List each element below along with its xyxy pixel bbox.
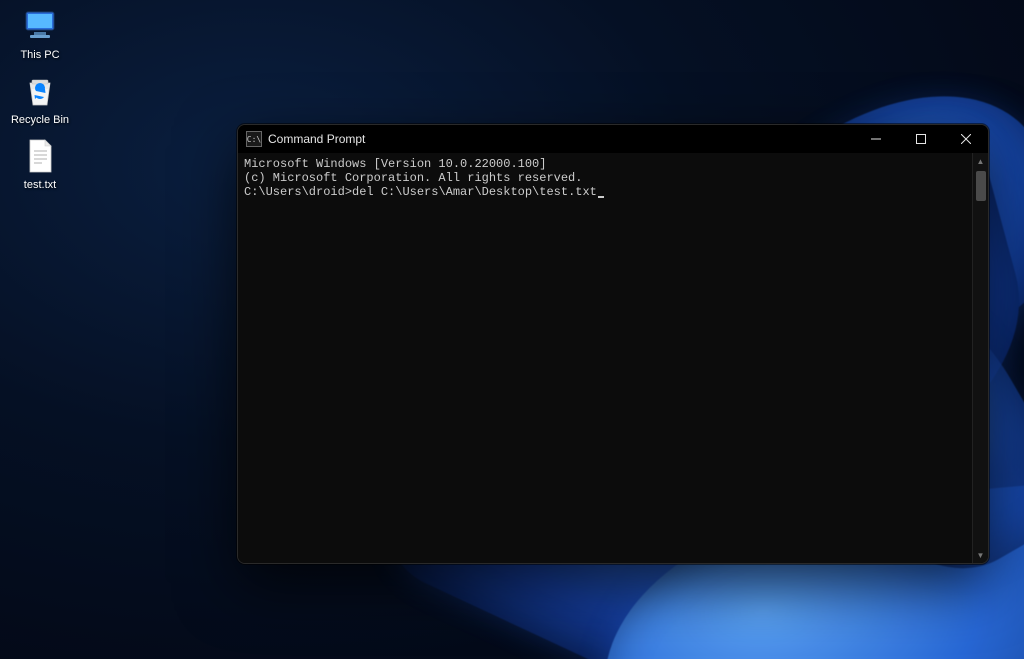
cmd-icon: C:\ — [246, 131, 262, 147]
this-pc-label: This PC — [20, 49, 59, 61]
recycle-bin-label: Recycle Bin — [11, 114, 69, 126]
desktop-icon-testtxt[interactable]: test.txt — [4, 134, 76, 193]
maximize-icon — [916, 134, 926, 144]
titlebar[interactable]: C:\ Command Prompt — [238, 125, 988, 153]
command-prompt-window: C:\ Command Prompt Microsoft Windows [Ve… — [237, 124, 989, 564]
terminal-line: (c) Microsoft Corporation. All rights re… — [244, 171, 966, 185]
desktop-icon-recycle-bin[interactable]: Recycle Bin — [4, 69, 76, 128]
scroll-up-arrow-icon[interactable]: ▲ — [973, 153, 988, 169]
minimize-button[interactable] — [853, 125, 898, 153]
minimize-icon — [871, 134, 881, 144]
maximize-button[interactable] — [898, 125, 943, 153]
terminal-prompt-line: C:\Users\droid>del C:\Users\Amar\Desktop… — [244, 185, 966, 199]
window-controls — [853, 125, 988, 153]
terminal-output[interactable]: Microsoft Windows [Version 10.0.22000.10… — [238, 153, 972, 563]
titlebar-left: C:\ Command Prompt — [246, 131, 365, 147]
this-pc-icon — [20, 6, 60, 46]
terminal-prompt: C:\Users\droid> — [244, 185, 352, 199]
recycle-bin-icon — [20, 71, 60, 111]
window-title: Command Prompt — [268, 132, 365, 146]
close-button[interactable] — [943, 125, 988, 153]
terminal-command: del C:\Users\Amar\Desktop\test.txt — [352, 185, 597, 199]
close-icon — [961, 134, 971, 144]
scroll-down-arrow-icon[interactable]: ▼ — [973, 547, 988, 563]
text-file-icon — [20, 136, 60, 176]
scrollbar[interactable]: ▲ ▼ — [972, 153, 988, 563]
cursor-icon — [598, 196, 604, 198]
terminal-line: Microsoft Windows [Version 10.0.22000.10… — [244, 157, 966, 171]
scroll-thumb[interactable] — [976, 171, 986, 201]
desktop-icons-area: This PC Recycle Bin — [4, 4, 76, 193]
desktop-icon-this-pc[interactable]: This PC — [4, 4, 76, 63]
testtxt-label: test.txt — [24, 179, 56, 191]
